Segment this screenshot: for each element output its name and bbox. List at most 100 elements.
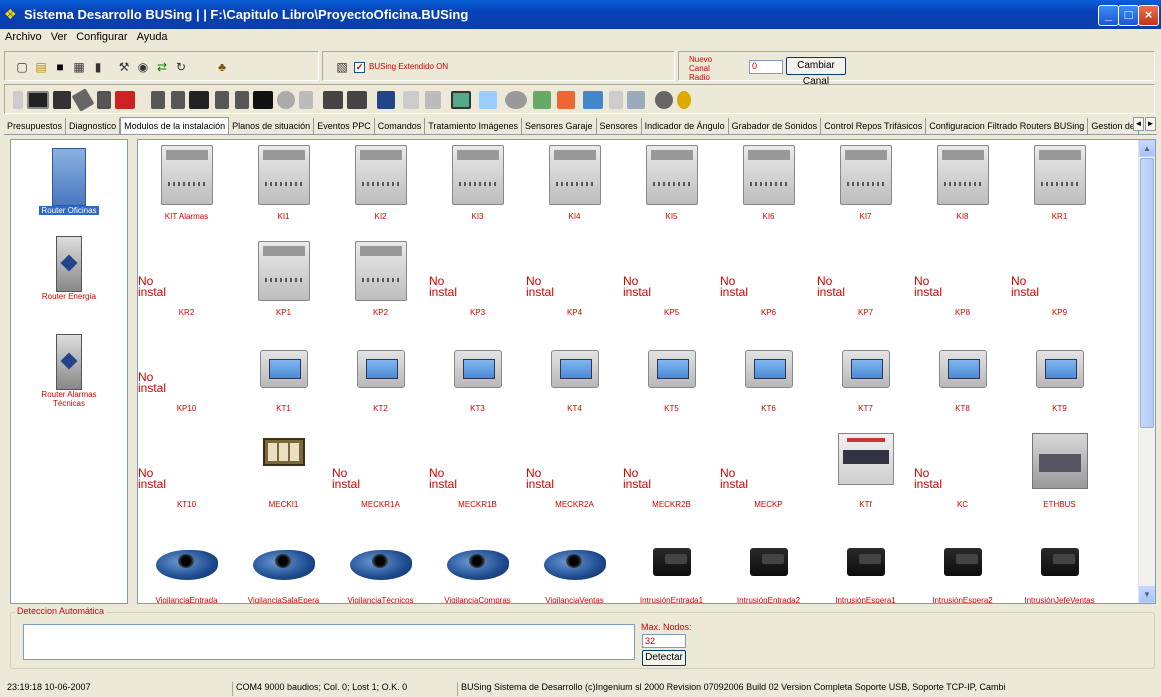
din-icon[interactable] — [235, 91, 249, 109]
module-kr2[interactable]: No instal KR2 — [138, 236, 235, 332]
tab-eventos-ppc[interactable]: Eventos PPC — [314, 118, 375, 134]
panel-icon[interactable] — [27, 91, 49, 109]
pen-icon[interactable] — [71, 88, 95, 112]
vertical-scrollbar[interactable]: ▲ ▼ — [1138, 140, 1155, 603]
sensor-icon[interactable] — [53, 91, 71, 109]
eye-icon[interactable]: ◉ — [136, 60, 150, 74]
module-kt8[interactable]: KT8 — [914, 332, 1011, 428]
module-kt2[interactable]: KT2 — [332, 332, 429, 428]
module-kp10[interactable]: No instal KP10 — [138, 332, 235, 428]
tab-diagnostico[interactable]: Diagnostico — [66, 118, 121, 134]
din-icon[interactable] — [215, 91, 229, 109]
module-ethbus[interactable]: ETHBUS — [1011, 428, 1108, 524]
menu-configurar[interactable]: Configurar — [71, 29, 131, 43]
module-kt7[interactable]: KT7 — [817, 332, 914, 428]
din-icon[interactable] — [151, 91, 165, 109]
module-vigilanciaentrada[interactable]: VigilanciaEntrada — [138, 524, 235, 603]
meter-icon[interactable] — [299, 91, 313, 109]
delete-icon[interactable]: ▮ — [91, 60, 105, 74]
black-module-icon[interactable] — [253, 91, 273, 109]
module-meckr1b[interactable]: No instal MECKR1B — [429, 428, 526, 524]
tab-scroll-left-button[interactable]: ◄ — [1133, 117, 1144, 131]
plant-icon[interactable] — [557, 91, 575, 109]
tab-indicador-angulo[interactable]: Indicador de Ángulo — [642, 118, 729, 134]
module-kt5[interactable]: KT5 — [623, 332, 720, 428]
gear-icon[interactable] — [655, 91, 673, 109]
module-kp1[interactable]: KP1 — [235, 236, 332, 332]
pipe-icon[interactable] — [609, 91, 623, 109]
canal-input[interactable]: 0 — [749, 60, 783, 74]
module-kp8[interactable]: No instal KP8 — [914, 236, 1011, 332]
din-icon[interactable] — [323, 91, 343, 109]
tab-config-filtrado[interactable]: Configuracion Filtrado Routers BUSing — [926, 118, 1089, 134]
tag-icon[interactable] — [479, 91, 497, 109]
tab-modulos[interactable]: Modulos de la instalación — [120, 117, 230, 134]
network-icon[interactable]: ♣ — [215, 60, 229, 74]
module-kt10[interactable]: No instal KT10 — [138, 428, 235, 524]
transfer-icon[interactable]: ⇄ — [155, 60, 169, 74]
max-nodos-input[interactable]: 32 — [642, 634, 686, 648]
module-vigilanciacompras[interactable]: VigilanciaCompras — [429, 524, 526, 603]
module-kp6[interactable]: No instal KP6 — [720, 236, 817, 332]
module-mecki1[interactable]: MECKI1 — [235, 428, 332, 524]
menu-ver[interactable]: Ver — [46, 29, 72, 43]
minimize-button[interactable]: _ — [1098, 5, 1119, 26]
module-ki5[interactable]: KI5 — [623, 140, 720, 236]
sprinkler-icon[interactable] — [627, 91, 645, 109]
tab-planos[interactable]: Planos de situación — [229, 118, 315, 134]
module-kr1[interactable]: KR1 — [1011, 140, 1108, 236]
switch-icon[interactable] — [403, 91, 419, 109]
module-ktf[interactable]: KTf — [817, 428, 914, 524]
module-kp7[interactable]: No instal KP7 — [817, 236, 914, 332]
module-intrusi-nespera2[interactable]: IntrusiónEspera2 — [914, 524, 1011, 603]
scroll-thumb[interactable] — [1140, 158, 1154, 428]
module-ki3[interactable]: KI3 — [429, 140, 526, 236]
din-icon[interactable] — [347, 91, 367, 109]
router-oficinas[interactable]: Router Oficinas — [11, 148, 127, 215]
new-icon[interactable]: ▢ — [15, 60, 29, 74]
extended-checkbox[interactable]: ✓ — [354, 62, 365, 73]
close-button[interactable]: × — [1138, 5, 1159, 26]
edit-icon[interactable]: ▦ — [72, 60, 86, 74]
module-icon[interactable] — [13, 91, 23, 109]
tab-grabador-sonidos[interactable]: Grabador de Sonidos — [729, 118, 822, 134]
module-ki1[interactable]: KI1 — [235, 140, 332, 236]
module-kp4[interactable]: No instal KP4 — [526, 236, 623, 332]
din-icon[interactable] — [97, 91, 111, 109]
module-ki7[interactable]: KI7 — [817, 140, 914, 236]
tab-sensores-garaje[interactable]: Sensores Garaje — [522, 118, 597, 134]
module-ki8[interactable]: KI8 — [914, 140, 1011, 236]
menu-ayuda[interactable]: Ayuda — [132, 29, 172, 43]
module-meckp[interactable]: No instal MECKP — [720, 428, 817, 524]
speaker-icon[interactable] — [277, 91, 295, 109]
module-intrusi-nespera1[interactable]: IntrusiónEspera1 — [817, 524, 914, 603]
tools-icon[interactable]: ⚒ — [117, 60, 131, 74]
tab-sensores[interactable]: Sensores — [597, 118, 642, 134]
router-alarmas-tecnicas[interactable]: Router Alarmas Técnicas — [11, 334, 127, 408]
module-kp9[interactable]: No instal KP9 — [1011, 236, 1108, 332]
module-kt4[interactable]: KT4 — [526, 332, 623, 428]
module-kp2[interactable]: KP2 — [332, 236, 429, 332]
strip-icon[interactable] — [583, 91, 603, 109]
tab-presupuestos[interactable]: Presupuestos — [4, 118, 67, 134]
tab-comandos[interactable]: Comandos — [375, 118, 426, 134]
camera-icon[interactable] — [505, 91, 527, 109]
save-icon[interactable]: ■ — [53, 60, 67, 74]
module-vigilanciat-cnicos[interactable]: VigilanciaTécnicos — [332, 524, 429, 603]
module-kp3[interactable]: No instal KP3 — [429, 236, 526, 332]
scroll-up-arrow-icon[interactable]: ▲ — [1139, 140, 1155, 157]
module-kt3[interactable]: KT3 — [429, 332, 526, 428]
monitor-icon[interactable] — [451, 91, 471, 109]
key-icon[interactable] — [677, 91, 691, 109]
module-meckr2a[interactable]: No instal MECKR2A — [526, 428, 623, 524]
module-vigilanciasalaepera[interactable]: VigilanciaSalaEpera — [235, 524, 332, 603]
module-kit-alarmas[interactable]: KIT Alarmas — [138, 140, 235, 236]
tab-tratamiento-imagenes[interactable]: Tratamiento Imágenes — [425, 118, 522, 134]
tab-control-repos[interactable]: Control Repos Trifásicos — [821, 118, 927, 134]
detectar-button[interactable]: Detectar — [642, 650, 686, 666]
module-kt1[interactable]: KT1 — [235, 332, 332, 428]
refresh-icon[interactable]: ↻ — [174, 60, 188, 74]
red-device-icon[interactable] — [115, 91, 135, 109]
cambiar-canal-button[interactable]: Cambiar Canal — [786, 57, 846, 87]
module-ki2[interactable]: KI2 — [332, 140, 429, 236]
